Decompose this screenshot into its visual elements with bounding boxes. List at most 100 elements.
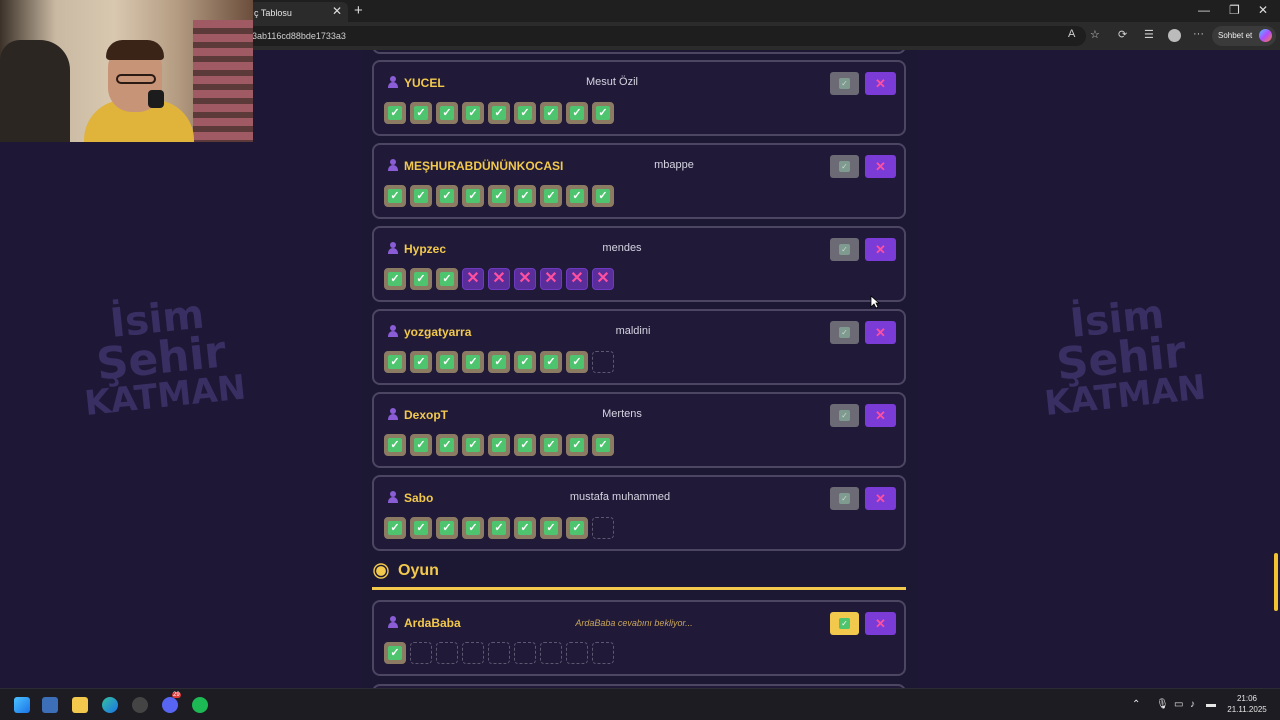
round-box-ok: ✓ (436, 351, 458, 373)
player-name: yozgatyarra (404, 325, 472, 339)
check-icon: ✓ (440, 355, 454, 369)
minimize-icon[interactable]: — (1198, 3, 1210, 17)
edge-browser-icon[interactable] (102, 697, 118, 713)
network-icon[interactable]: ▭ (1174, 699, 1183, 710)
extensions-icon[interactable]: ⟳ (1118, 28, 1127, 41)
store-icon[interactable] (42, 697, 58, 713)
approve-button[interactable]: ✓ (830, 72, 859, 95)
player-answer: mbappe (654, 159, 694, 171)
round-box-ok: ✓ (540, 434, 562, 456)
approve-button[interactable]: ✓ (830, 155, 859, 178)
check-icon: ✓ (466, 355, 480, 369)
chat-button[interactable]: Sohbet et (1212, 26, 1276, 46)
check-icon: ✓ (414, 521, 428, 535)
check-icon: ✓ (596, 106, 610, 120)
check-icon: ✓ (839, 244, 850, 255)
check-icon: ✓ (570, 355, 584, 369)
waiting-status: ArdaBaba cevabını bekliyor... (575, 618, 693, 628)
check-icon: ✓ (839, 410, 850, 421)
approve-button[interactable]: ✓ (830, 487, 859, 510)
round-box-ok: ✓ (514, 351, 536, 373)
check-icon: ✓ (388, 646, 402, 660)
approve-button[interactable]: ✓ (830, 238, 859, 261)
approve-button[interactable]: ✓ (830, 321, 859, 344)
round-box-ok: ✓ (384, 351, 406, 373)
microphone-icon[interactable]: 🎙 (1156, 699, 1169, 710)
check-icon: ✓ (518, 438, 532, 452)
restore-icon[interactable]: ❐ (1229, 3, 1240, 17)
round-box-ok: ✓ (566, 185, 588, 207)
check-icon: ✓ (492, 355, 506, 369)
profile-avatar-icon[interactable] (1168, 29, 1181, 42)
more-menu-icon[interactable]: ··· (1193, 28, 1204, 40)
tab-close-icon[interactable]: ✕ (332, 4, 342, 18)
person-icon (388, 76, 398, 88)
reject-button[interactable]: ✕ (865, 404, 896, 427)
round-box-ok: ✓ (436, 268, 458, 290)
round-box-ok: ✓ (488, 517, 510, 539)
check-icon: ✓ (544, 521, 558, 535)
check-icon: ✓ (544, 355, 558, 369)
approve-button[interactable]: ✓ (830, 612, 859, 635)
app-icon[interactable] (132, 697, 148, 713)
right-background: İsim Şehir KATMAN (918, 50, 1280, 688)
url-field[interactable]: 3ab116cd88bde1733a3 (246, 26, 1086, 46)
person-icon (388, 491, 398, 503)
person-icon (388, 159, 398, 171)
round-box-ok: ✓ (592, 185, 614, 207)
check-icon: ✓ (492, 521, 506, 535)
check-icon: ✓ (570, 521, 584, 535)
check-icon: ✓ (518, 355, 532, 369)
round-box-empty (592, 517, 614, 539)
round-box-ok: ✓ (410, 517, 432, 539)
page-scrollbar[interactable] (1274, 553, 1278, 611)
round-box-ok: ✓ (410, 268, 432, 290)
check-icon: ✓ (492, 438, 506, 452)
round-box-no: ✕ (592, 268, 614, 290)
reject-button[interactable]: ✕ (865, 155, 896, 178)
round-box-ok: ✓ (410, 351, 432, 373)
round-box-ok: ✓ (462, 351, 484, 373)
check-icon: ✓ (388, 355, 402, 369)
check-icon: ✓ (518, 521, 532, 535)
discord-icon[interactable]: 29 (162, 692, 181, 713)
round-box-no: ✕ (566, 268, 588, 290)
battery-icon[interactable]: ▬ (1206, 699, 1216, 710)
check-icon: ✓ (388, 438, 402, 452)
reject-button[interactable]: ✕ (865, 238, 896, 261)
round-box-ok: ✓ (566, 102, 588, 124)
tray-chevron-icon[interactable]: ⌃ (1132, 699, 1140, 710)
new-tab-icon[interactable]: + (354, 2, 363, 19)
system-clock[interactable]: 21:06 21.11.2025 (1222, 693, 1272, 715)
spotify-icon[interactable] (192, 697, 208, 713)
reject-button[interactable]: ✕ (865, 612, 896, 635)
reject-button[interactable]: ✕ (865, 487, 896, 510)
section-title: Oyun (398, 562, 439, 579)
player-answer: Mesut Özil (586, 76, 638, 88)
round-box-ok: ✓ (436, 434, 458, 456)
start-menu-icon[interactable] (14, 697, 30, 713)
check-icon: ✓ (492, 189, 506, 203)
player-name: MEŞHURABDÜNÜNKOCASI (404, 159, 564, 173)
reject-button[interactable]: ✕ (865, 72, 896, 95)
reject-button[interactable]: ✕ (865, 321, 896, 344)
round-box-ok: ✓ (488, 351, 510, 373)
round-box-empty (566, 642, 588, 664)
volume-icon[interactable]: ♪ (1190, 699, 1195, 710)
round-box-no: ✕ (462, 268, 484, 290)
round-box-ok: ✓ (592, 434, 614, 456)
check-icon: ✓ (839, 327, 850, 338)
round-box-ok: ✓ (514, 517, 536, 539)
file-explorer-icon[interactable] (72, 697, 88, 713)
favorite-star-icon[interactable]: ☆ (1090, 28, 1100, 41)
check-icon: ✓ (544, 189, 558, 203)
player-card: YUCEL Mesut Özil ✓ ✕ ✓ ✓ ✓ ✓ ✓ ✓ ✓ ✓ ✓ (372, 60, 906, 136)
check-icon: ✓ (388, 521, 402, 535)
approve-button[interactable]: ✓ (830, 404, 859, 427)
read-aloud-icon[interactable]: A (1068, 28, 1075, 40)
check-icon: ✓ (388, 189, 402, 203)
close-window-icon[interactable]: ✕ (1258, 3, 1268, 17)
round-box-ok: ✓ (410, 185, 432, 207)
collections-icon[interactable]: ☰ (1144, 28, 1154, 41)
player-answer: mendes (602, 242, 642, 254)
